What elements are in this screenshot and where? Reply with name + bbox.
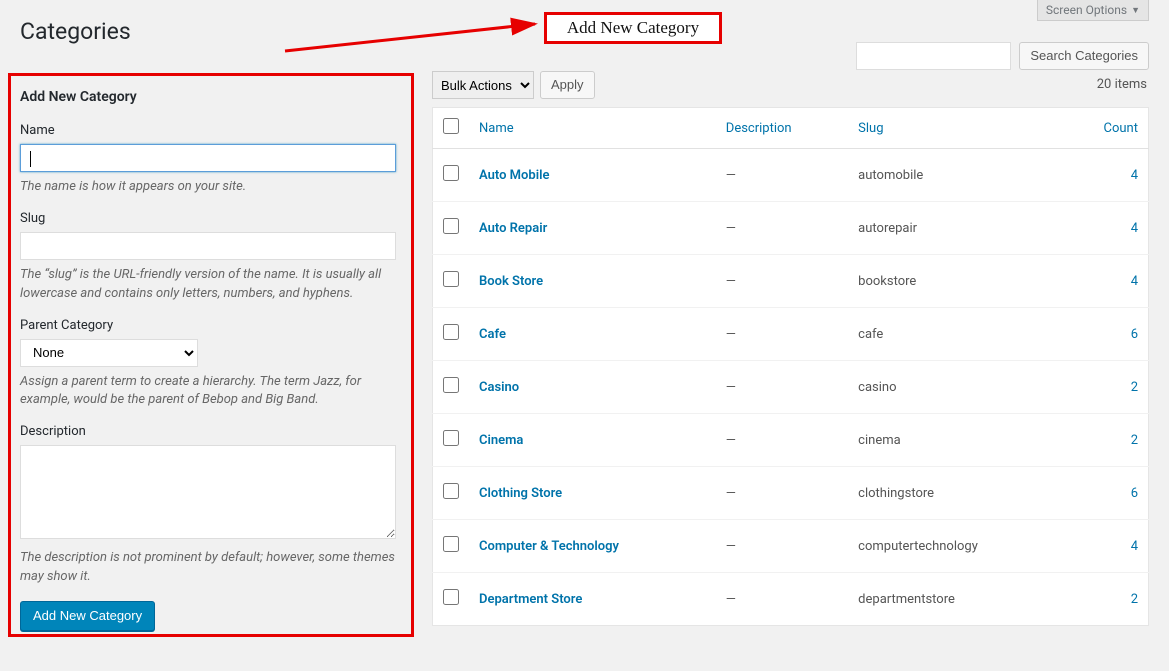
table-row: Casino —casino 2 [433,361,1149,414]
table-row: Clothing Store —clothingstore 6 [433,467,1149,520]
category-name-link[interactable]: Casino [479,380,519,395]
category-count-link[interactable]: 4 [1131,221,1138,236]
slug-label: Slug [20,211,396,226]
category-description: — [716,149,848,202]
column-header-slug[interactable]: Slug [848,108,1063,149]
row-checkbox[interactable] [443,271,459,287]
category-name-link[interactable]: Book Store [479,274,543,289]
category-count-link[interactable]: 2 [1131,592,1138,607]
chevron-down-icon: ▼ [1131,5,1140,16]
categories-table: Name Description Slug Count Auto Mobile —… [432,107,1149,626]
category-description: — [716,467,848,520]
category-name-link[interactable]: Cafe [479,327,506,342]
column-header-name[interactable]: Name [469,108,716,149]
table-row: Department Store —departmentstore 2 [433,573,1149,626]
name-label: Name [20,123,396,138]
category-description: — [716,202,848,255]
table-row: Cinema —cinema 2 [433,414,1149,467]
category-name-link[interactable]: Clothing Store [479,486,562,501]
parent-label: Parent Category [20,318,396,333]
row-checkbox[interactable] [443,324,459,340]
slug-description: The “slug” is the URL-friendly version o… [20,266,396,304]
row-checkbox[interactable] [443,430,459,446]
category-count-link[interactable]: 2 [1131,433,1138,448]
category-slug: autorepair [848,202,1063,255]
category-count-link[interactable]: 4 [1131,539,1138,554]
description-description: The description is not prominent by defa… [20,549,396,587]
category-name-link[interactable]: Auto Mobile [479,168,549,183]
slug-input[interactable] [20,232,396,260]
category-description: — [716,308,848,361]
column-header-count[interactable]: Count [1064,108,1149,149]
category-slug: cafe [848,308,1063,361]
row-checkbox[interactable] [443,536,459,552]
search-input[interactable] [856,42,1011,70]
category-description: — [716,573,848,626]
row-checkbox[interactable] [443,483,459,499]
text-cursor [30,151,31,167]
category-name-link[interactable]: Auto Repair [479,221,547,236]
row-checkbox[interactable] [443,377,459,393]
category-name-link[interactable]: Cinema [479,433,523,448]
category-slug: computertechnology [848,520,1063,573]
category-slug: clothingstore [848,467,1063,520]
search-categories-button[interactable]: Search Categories [1019,42,1149,70]
category-name-link[interactable]: Department Store [479,592,582,607]
category-count-link[interactable]: 4 [1131,168,1138,183]
category-description: — [716,520,848,573]
annotation-callout: Add New Category [544,12,722,44]
category-count-link[interactable]: 6 [1131,486,1138,501]
select-all-checkbox[interactable] [443,118,459,134]
category-slug: automobile [848,149,1063,202]
category-count-link[interactable]: 4 [1131,274,1138,289]
name-description: The name is how it appears on your site. [20,178,396,197]
items-count: 20 items [1097,77,1147,92]
row-checkbox[interactable] [443,589,459,605]
table-row: Book Store —bookstore 4 [433,255,1149,308]
table-row: Cafe —cafe 6 [433,308,1149,361]
row-checkbox[interactable] [443,218,459,234]
category-slug: bookstore [848,255,1063,308]
category-count-link[interactable]: 2 [1131,380,1138,395]
category-name-link[interactable]: Computer & Technology [479,539,619,554]
category-slug: departmentstore [848,573,1063,626]
apply-button[interactable]: Apply [540,71,595,99]
category-slug: cinema [848,414,1063,467]
bulk-actions-select[interactable]: Bulk Actions [432,71,534,99]
screen-options-toggle[interactable]: Screen Options ▼ [1037,0,1149,21]
description-textarea[interactable] [20,445,396,539]
column-header-description[interactable]: Description [716,108,848,149]
category-description: — [716,361,848,414]
category-description: — [716,414,848,467]
category-count-link[interactable]: 6 [1131,327,1138,342]
screen-options-label: Screen Options [1046,3,1127,17]
table-row: Computer & Technology —computertechnology… [433,520,1149,573]
description-label: Description [20,424,396,439]
parent-select[interactable]: None [20,339,198,367]
form-heading: Add New Category [20,89,396,105]
add-new-category-button[interactable]: Add New Category [20,601,155,631]
category-slug: casino [848,361,1063,414]
table-row: Auto Repair —autorepair 4 [433,202,1149,255]
category-description: — [716,255,848,308]
parent-description: Assign a parent term to create a hierarc… [20,373,396,411]
name-input[interactable] [20,144,396,172]
table-row: Auto Mobile —automobile 4 [433,149,1149,202]
row-checkbox[interactable] [443,165,459,181]
